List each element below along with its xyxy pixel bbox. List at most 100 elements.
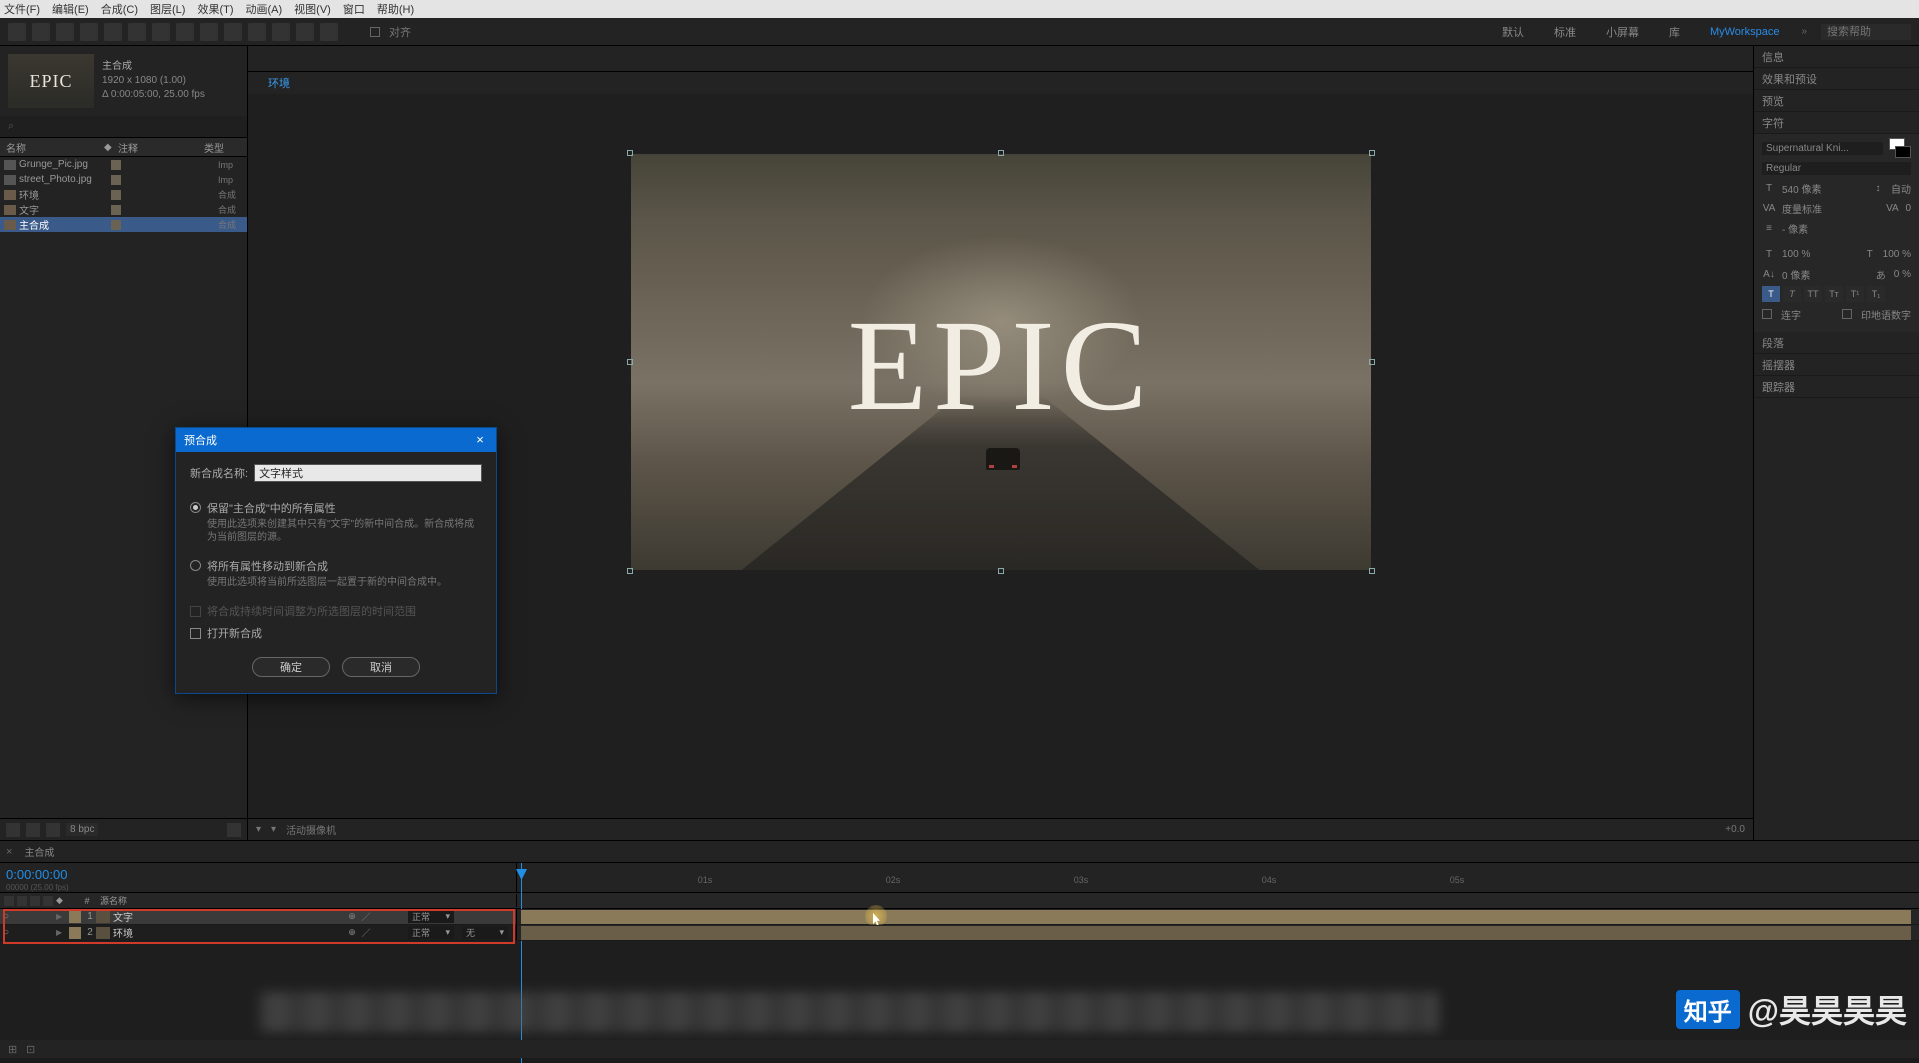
workspace-my[interactable]: MyWorkspace (1702, 22, 1787, 42)
superscript-button[interactable]: T¹ (1846, 286, 1864, 302)
menu-edit[interactable]: 编辑(E) (52, 1, 89, 17)
fx-switch[interactable] (388, 911, 400, 923)
baseline-value[interactable]: 0 像素 (1782, 267, 1810, 282)
hindi-checkbox[interactable] (1842, 309, 1852, 319)
new-folder-icon[interactable] (26, 823, 40, 837)
layer-duration-bar[interactable] (521, 910, 1911, 924)
source-name-header[interactable]: 源名称 (96, 894, 516, 907)
workspace-library[interactable]: 库 (1661, 20, 1688, 44)
workspace-default[interactable]: 默认 (1494, 20, 1532, 44)
camera-tool-icon[interactable] (104, 23, 122, 41)
text-color-swatch[interactable] (1889, 138, 1911, 158)
interpret-footage-icon[interactable] (6, 823, 20, 837)
menubar[interactable]: 文件(F) 编辑(E) 合成(C) 图层(L) 效果(T) 动画(A) 视图(V… (0, 0, 1919, 18)
ok-button[interactable]: 确定 (252, 657, 330, 677)
stroke-value[interactable]: - 像素 (1782, 221, 1808, 236)
label-swatch[interactable] (111, 190, 121, 200)
expand-arrow-icon[interactable]: ▶ (56, 928, 66, 937)
composition-frame[interactable]: EPIC (631, 154, 1371, 570)
project-search[interactable]: ⌕ (0, 116, 247, 137)
radio-leave-attributes[interactable]: 保留"主合成"中的所有属性 使用此选项来创建其中只有"文字"的新中间合成。新合成… (190, 500, 482, 544)
font-family-dropdown[interactable]: Supernatural Kni... (1762, 142, 1883, 155)
clone-tool-icon[interactable] (248, 23, 266, 41)
subscript-button[interactable]: T₁ (1867, 286, 1885, 302)
menu-help[interactable]: 帮助(H) (377, 1, 414, 17)
stroke-color[interactable] (1895, 146, 1911, 158)
layer-track-area[interactable] (517, 909, 1919, 924)
character-panel-header[interactable]: 字符 (1754, 112, 1919, 134)
workspace-standard[interactable]: 标准 (1546, 20, 1584, 44)
quality-switch[interactable] (374, 911, 386, 923)
visibility-toggle[interactable]: ○ (0, 911, 12, 922)
selection-tool-icon[interactable] (8, 23, 26, 41)
leading-value[interactable]: 自动 (1891, 181, 1911, 196)
open-new-comp-checkbox-row[interactable]: 打开新合成 (190, 625, 482, 641)
rotate-tool-icon[interactable] (80, 23, 98, 41)
eraser-tool-icon[interactable] (272, 23, 290, 41)
faux-bold-button[interactable]: T (1762, 286, 1780, 302)
menu-file[interactable]: 文件(F) (4, 1, 40, 17)
col-tag[interactable]: ◆ (98, 142, 112, 153)
timeline-layer[interactable]: ○ ▶ 1 文字 ⊕ ／ 正常▾ (0, 909, 1919, 925)
label-swatch[interactable] (111, 175, 121, 185)
handle-tm[interactable] (998, 150, 1004, 156)
new-comp-icon[interactable] (46, 823, 60, 837)
scale-v-value[interactable]: 100 % (1782, 249, 1810, 260)
roto-tool-icon[interactable] (296, 23, 314, 41)
preview-panel-header[interactable]: 预览 (1754, 90, 1919, 112)
project-item[interactable]: street_Photo.jpg Imp (0, 172, 247, 187)
zoom-tool-icon[interactable] (56, 23, 74, 41)
handle-br[interactable] (1369, 568, 1375, 574)
toggle-switches-icon[interactable]: ⊞ (8, 1043, 20, 1055)
visibility-toggle[interactable]: ○ (0, 927, 12, 938)
expand-arrow-icon[interactable]: ▶ (56, 912, 66, 921)
kerning-value[interactable]: 度量标准 (1782, 201, 1822, 216)
col-comment[interactable]: 注释 (112, 140, 198, 155)
timeline-tab-main[interactable]: 主合成 (16, 842, 62, 861)
shy-switch[interactable]: ⊕ (346, 911, 358, 923)
project-item[interactable]: Grunge_Pic.jpg Imp (0, 157, 247, 172)
delete-icon[interactable] (227, 823, 241, 837)
layer-name[interactable]: 文字 (113, 909, 346, 924)
collapse-switch[interactable]: ／ (360, 927, 372, 939)
open-new-comp-checkbox[interactable] (190, 628, 201, 639)
layer-name[interactable]: 环境 (113, 925, 346, 940)
faux-italic-button[interactable]: T (1783, 286, 1801, 302)
quality-switch[interactable] (374, 927, 386, 939)
menu-window[interactable]: 窗口 (343, 1, 365, 17)
wiggler-panel-header[interactable]: 摇摆器 (1754, 354, 1919, 376)
workspace-more-icon[interactable]: » (1801, 26, 1807, 37)
cancel-button[interactable]: 取消 (342, 657, 420, 677)
track-matte-dropdown[interactable]: 无▾ (462, 926, 508, 939)
workspace-small[interactable]: 小屏幕 (1598, 20, 1647, 44)
pen-tool-icon[interactable] (176, 23, 194, 41)
tracker-panel-header[interactable]: 跟踪器 (1754, 376, 1919, 398)
time-ruler[interactable]: 01s02s03s04s05s (517, 863, 1919, 893)
menu-layer[interactable]: 图层(L) (150, 1, 185, 17)
timeline-layer[interactable]: ○ ▶ 2 环境 ⊕ ／ 正常▾ 无▾ (0, 925, 1919, 941)
viewer-camera[interactable]: 活动摄像机 (286, 822, 336, 837)
playhead[interactable] (521, 863, 522, 1063)
crumb-active[interactable]: 环境 (268, 75, 290, 91)
fx-switch[interactable] (388, 927, 400, 939)
dialog-titlebar[interactable]: 预合成 × (176, 428, 496, 452)
new-comp-name-input[interactable] (254, 464, 482, 482)
help-search-input[interactable] (1821, 24, 1911, 40)
tracking-value[interactable]: 0 (1905, 203, 1911, 214)
radio1-icon[interactable] (190, 502, 201, 513)
label-swatch[interactable] (111, 160, 121, 170)
handle-tl[interactable] (627, 150, 633, 156)
video-toggle-icon[interactable] (4, 896, 14, 906)
ligatures-checkbox[interactable] (1762, 309, 1772, 319)
solo-toggle-icon[interactable] (30, 896, 40, 906)
menu-composition[interactable]: 合成(C) (101, 1, 138, 17)
info-panel-header[interactable]: 信息 (1754, 46, 1919, 68)
layer-track-area[interactable] (517, 925, 1919, 940)
menu-view[interactable]: 视图(V) (294, 1, 331, 17)
project-item[interactable]: 环境 合成 (0, 187, 247, 202)
project-item[interactable]: 主合成 合成 (0, 217, 247, 232)
project-item[interactable]: 文字 合成 (0, 202, 247, 217)
font-size-value[interactable]: 540 像素 (1782, 181, 1821, 196)
radio2-icon[interactable] (190, 560, 201, 571)
timeline-tab-close-icon[interactable]: × (6, 846, 12, 858)
